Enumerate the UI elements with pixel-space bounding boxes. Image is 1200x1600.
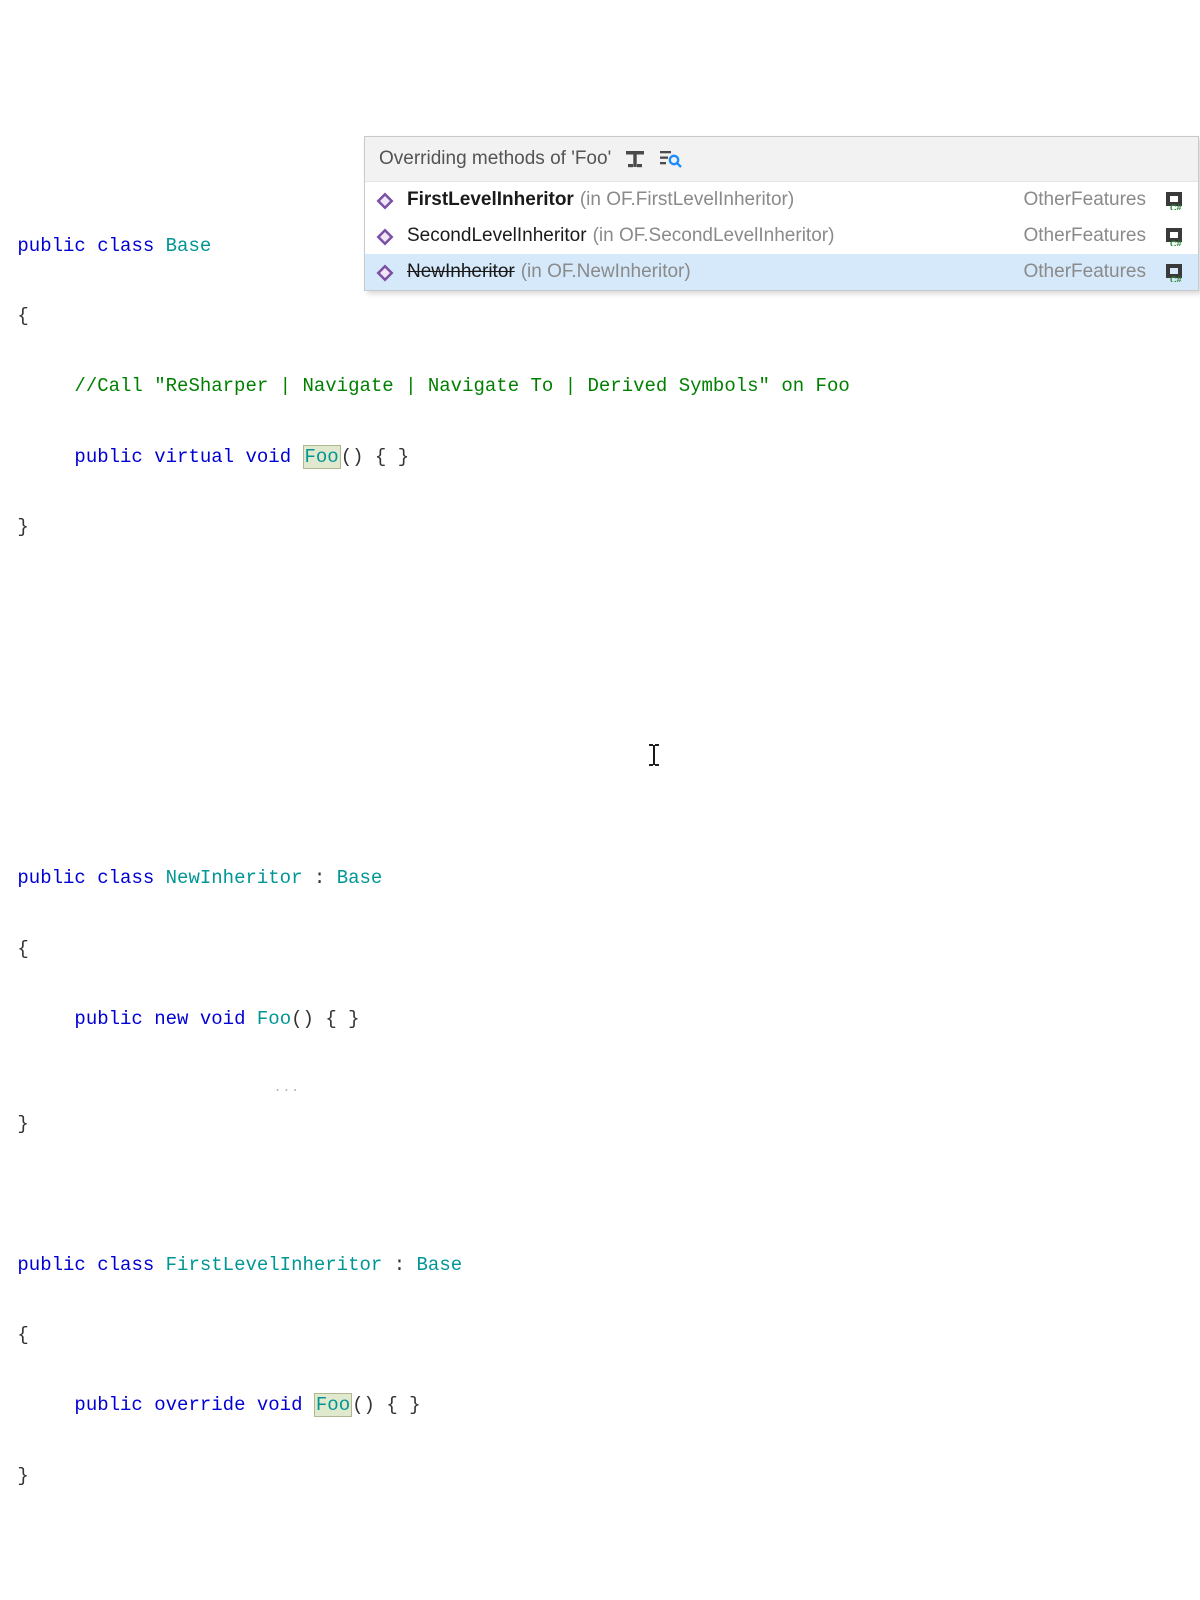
method-body: { }: [314, 1008, 360, 1030]
csharp-file-icon: C#: [1164, 262, 1186, 282]
keyword-class: class: [97, 1254, 154, 1276]
type-firstlevel: FirstLevelInheritor: [166, 1254, 383, 1276]
keyword-void: void: [257, 1394, 303, 1416]
keyword-public: public: [74, 1008, 142, 1030]
code-editor[interactable]: public class Base { //Call "ReSharper | …: [6, 194, 1194, 1600]
item-context: (in OF.NewInheritor): [521, 261, 691, 283]
colon: :: [302, 867, 336, 889]
keyword-class: class: [97, 235, 154, 257]
keyword-public: public: [74, 1394, 142, 1416]
item-context: (in OF.SecondLevelInheritor): [593, 225, 835, 247]
code-line[interactable]: [6, 721, 1194, 756]
code-line[interactable]: public override void Foo() { }: [6, 1388, 1194, 1423]
method-foo-highlighted[interactable]: Foo: [303, 445, 341, 469]
popup-title: Overriding methods of 'Foo': [379, 148, 611, 170]
method-body: { }: [375, 1394, 421, 1416]
code-line[interactable]: [6, 580, 1194, 615]
code-line[interactable]: public class FirstLevelInheritor : Base: [6, 1248, 1194, 1283]
type-base: Base: [417, 1254, 463, 1276]
code-line[interactable]: public class NewInheritor : Base: [6, 861, 1194, 896]
parens: (): [352, 1394, 375, 1416]
popup-item-newinheritor[interactable]: NewInheritor (in OF.NewInheritor) OtherF…: [365, 254, 1198, 290]
method-foo: Foo: [257, 1008, 291, 1030]
hierarchy-filter-icon[interactable]: [623, 147, 647, 171]
code-line[interactable]: {: [6, 299, 1194, 334]
code-line[interactable]: [6, 791, 1194, 826]
parens: (): [341, 446, 364, 468]
svg-text:C#: C#: [1170, 203, 1182, 210]
code-line[interactable]: class SecondLevelInheritor : FirstLevelI…: [6, 1599, 1194, 1600]
item-name: SecondLevelInheritor: [407, 225, 587, 247]
code-line[interactable]: {: [6, 932, 1194, 967]
method-override-icon: [375, 226, 395, 246]
code-line[interactable]: [6, 651, 1194, 686]
code-line[interactable]: //Call "ReSharper | Navigate | Navigate …: [6, 369, 1194, 404]
find-in-solution-icon[interactable]: [659, 147, 683, 171]
keyword-public: public: [17, 867, 85, 889]
comment: //Call "ReSharper | Navigate | Navigate …: [74, 375, 849, 397]
code-line[interactable]: public virtual void Foo() { }: [6, 440, 1194, 475]
type-newinheritor: NewInheritor: [166, 867, 303, 889]
code-line[interactable]: [6, 1178, 1194, 1213]
item-project: OtherFeatures: [1024, 189, 1147, 211]
item-name: FirstLevelInheritor: [407, 189, 574, 211]
keyword-class: class: [97, 867, 154, 889]
keyword-public: public: [74, 446, 142, 468]
method-foo-highlighted: Foo: [314, 1393, 352, 1417]
svg-text:C#: C#: [1170, 275, 1182, 282]
csharp-file-icon: C#: [1164, 226, 1186, 246]
item-project: OtherFeatures: [1024, 261, 1147, 283]
keyword-virtual: virtual: [154, 446, 234, 468]
ellipsis-hint-icon[interactable]: ...: [274, 1080, 300, 1095]
popup-header: Overriding methods of 'Foo': [365, 137, 1198, 182]
keyword-public: public: [17, 1254, 85, 1276]
popup-item-firstlevel[interactable]: FirstLevelInheritor (in OF.FirstLevelInh…: [365, 182, 1198, 218]
brace-open: {: [17, 1324, 28, 1346]
code-line[interactable]: public new void Foo() { }: [6, 1002, 1194, 1037]
method-body: { }: [364, 446, 410, 468]
code-line[interactable]: [6, 1529, 1194, 1564]
method-override-icon: [375, 190, 395, 210]
code-line[interactable]: }: [6, 1107, 1194, 1142]
code-line[interactable]: }: [6, 1459, 1194, 1494]
keyword-public: public: [17, 235, 85, 257]
code-line[interactable]: }: [6, 510, 1194, 545]
brace-close: }: [17, 516, 28, 538]
keyword-override: override: [154, 1394, 245, 1416]
svg-text:C#: C#: [1170, 239, 1182, 246]
method-override-icon: [375, 262, 395, 282]
text-caret-icon: [637, 708, 639, 730]
brace-close: }: [17, 1113, 28, 1135]
overriding-methods-popup[interactable]: Overriding methods of 'Foo': [364, 136, 1199, 291]
brace-open: {: [17, 305, 28, 327]
code-line[interactable]: ...: [6, 1072, 1194, 1107]
csharp-file-icon: C#: [1164, 190, 1186, 210]
item-context: (in OF.FirstLevelInheritor): [580, 189, 794, 211]
item-project: OtherFeatures: [1024, 225, 1147, 247]
popup-item-secondlevel[interactable]: SecondLevelInheritor (in OF.SecondLevelI…: [365, 218, 1198, 254]
keyword-new: new: [154, 1008, 188, 1030]
colon: :: [382, 1254, 416, 1276]
parens: (): [291, 1008, 314, 1030]
code-line[interactable]: {: [6, 1318, 1194, 1353]
keyword-void: void: [200, 1008, 246, 1030]
brace-open: {: [17, 938, 28, 960]
brace-close: }: [17, 1465, 28, 1487]
type-base: Base: [166, 235, 212, 257]
item-name: NewInheritor: [407, 261, 515, 283]
keyword-void: void: [245, 446, 291, 468]
type-base: Base: [337, 867, 383, 889]
popup-list: FirstLevelInheritor (in OF.FirstLevelInh…: [365, 182, 1198, 290]
